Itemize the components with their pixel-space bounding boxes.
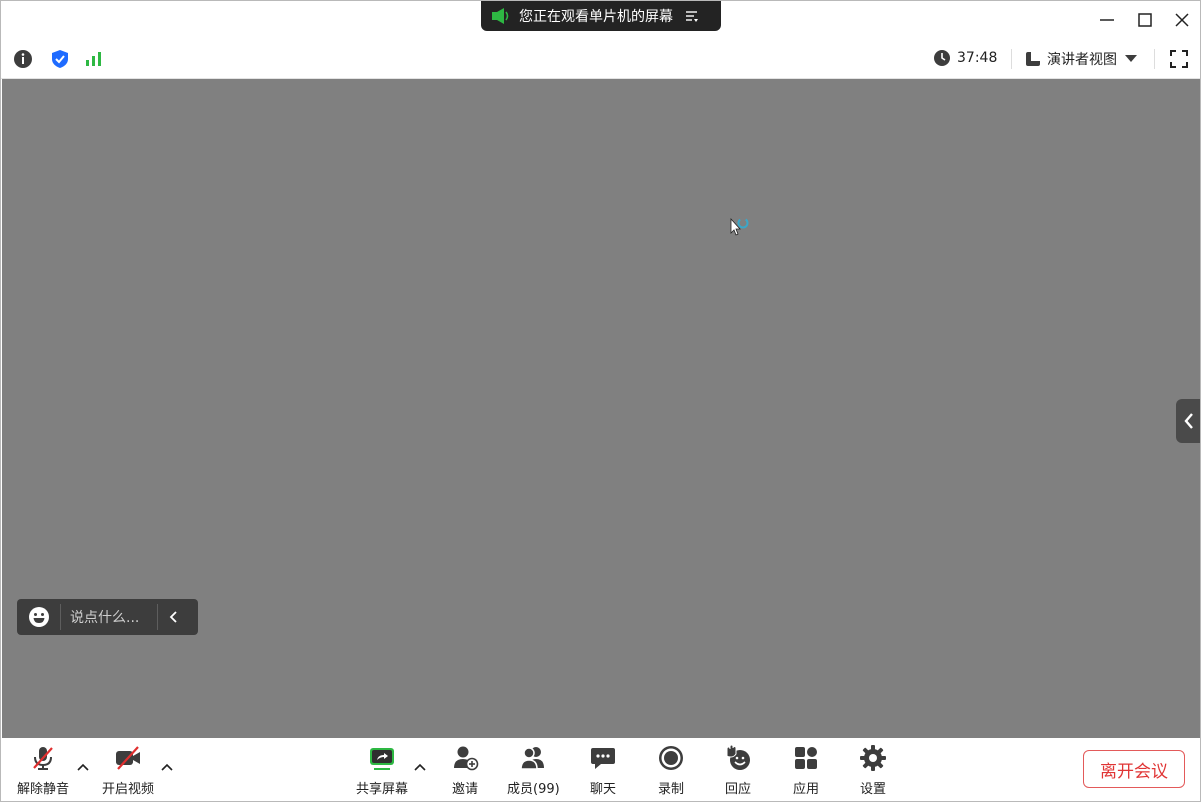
record-icon: [659, 746, 683, 770]
fullscreen-icon[interactable]: [1169, 49, 1189, 69]
expand-panel-button[interactable]: [1176, 399, 1200, 443]
quick-chat-bar[interactable]: 说点什么...: [17, 599, 198, 635]
signal-strength-icon[interactable]: [84, 49, 104, 69]
meeting-window: 您正在观看单片机的屏幕 37:48 演讲者视图 说点什么... 解除静音 开启视…: [0, 0, 1201, 802]
title-bar: 您正在观看单片机的屏幕: [1, 1, 1200, 40]
video-options-chevron-up-icon[interactable]: [161, 762, 173, 772]
info-icon[interactable]: [13, 49, 33, 69]
members-button[interactable]: 成员(99): [507, 744, 560, 797]
start-video-button[interactable]: 开启视频: [102, 744, 154, 797]
record-button[interactable]: 录制: [657, 744, 685, 797]
view-mode-label: 演讲者视图: [1047, 52, 1117, 68]
meeting-timer: 37:48: [933, 49, 997, 67]
maximize-button[interactable]: [1136, 11, 1154, 29]
screen-share-banner[interactable]: 您正在观看单片机的屏幕: [481, 1, 721, 31]
divider: [1154, 49, 1155, 69]
chat-label: 聊天: [589, 782, 616, 797]
apps-button[interactable]: 应用: [792, 744, 820, 797]
chat-button[interactable]: 聊天: [589, 744, 617, 797]
chevron-left-icon[interactable]: [168, 610, 180, 624]
divider: [157, 604, 158, 630]
reactions-label: 回应: [724, 782, 751, 797]
minimize-button[interactable]: [1098, 11, 1116, 29]
emoji-icon[interactable]: [28, 606, 50, 628]
gear-icon: [860, 745, 886, 771]
layout-icon: [1026, 52, 1040, 66]
minimize-icon: [1100, 19, 1114, 21]
video-off-icon: [116, 746, 140, 770]
reaction-hand-emoji-icon: [726, 744, 750, 770]
divider: [1011, 49, 1012, 69]
record-label: 录制: [657, 782, 684, 797]
banner-menu-icon[interactable]: [685, 9, 699, 23]
start-video-label: 开启视频: [102, 782, 155, 797]
share-screen-label: 共享屏幕: [356, 782, 409, 797]
add-user-icon: [454, 746, 479, 771]
cursor-busy-icon: [730, 217, 749, 236]
shared-screen-area[interactable]: 说点什么...: [2, 79, 1200, 738]
timer-text: 37:48: [957, 50, 998, 66]
settings-button[interactable]: 设置: [859, 744, 887, 797]
security-shield-icon[interactable]: [50, 49, 70, 69]
speaker-icon: [492, 8, 509, 24]
maximize-icon: [1138, 13, 1152, 27]
members-label: 成员(99): [507, 782, 560, 797]
meeting-info-bar: 37:48 演讲者视图: [1, 40, 1200, 79]
unmute-label: 解除静音: [17, 782, 70, 797]
chevron-down-icon: [1125, 55, 1137, 62]
meeting-toolbar: 解除静音 开启视频 共享屏幕 邀请 成员(99) 聊天 录制 回应 应用 设置 …: [1, 738, 1200, 801]
share-screen-button[interactable]: 共享屏幕: [356, 744, 408, 797]
chat-input-placeholder[interactable]: 说点什么...: [70, 607, 150, 627]
members-icon: [520, 747, 545, 770]
share-screen-icon: [370, 748, 394, 770]
microphone-muted-icon: [33, 747, 53, 770]
invite-button[interactable]: 邀请: [451, 744, 479, 797]
leave-meeting-button[interactable]: 离开会议: [1083, 750, 1185, 788]
settings-label: 设置: [859, 782, 886, 797]
chevron-left-icon: [1184, 413, 1193, 429]
clock-icon: [934, 50, 950, 66]
banner-text: 您正在观看单片机的屏幕: [519, 9, 673, 25]
reactions-button[interactable]: 回应: [724, 744, 752, 797]
apps-label: 应用: [792, 782, 819, 797]
divider: [60, 604, 61, 630]
audio-options-chevron-up-icon[interactable]: [77, 762, 89, 772]
close-icon: [1175, 13, 1189, 27]
share-options-chevron-up-icon[interactable]: [414, 762, 426, 772]
unmute-button[interactable]: 解除静音: [17, 744, 69, 797]
close-button[interactable]: [1173, 11, 1191, 29]
apps-grid-icon: [795, 747, 817, 769]
invite-label: 邀请: [451, 782, 478, 797]
view-mode-dropdown[interactable]: 演讲者视图: [1025, 49, 1137, 69]
chat-bubble-icon: [591, 748, 615, 769]
